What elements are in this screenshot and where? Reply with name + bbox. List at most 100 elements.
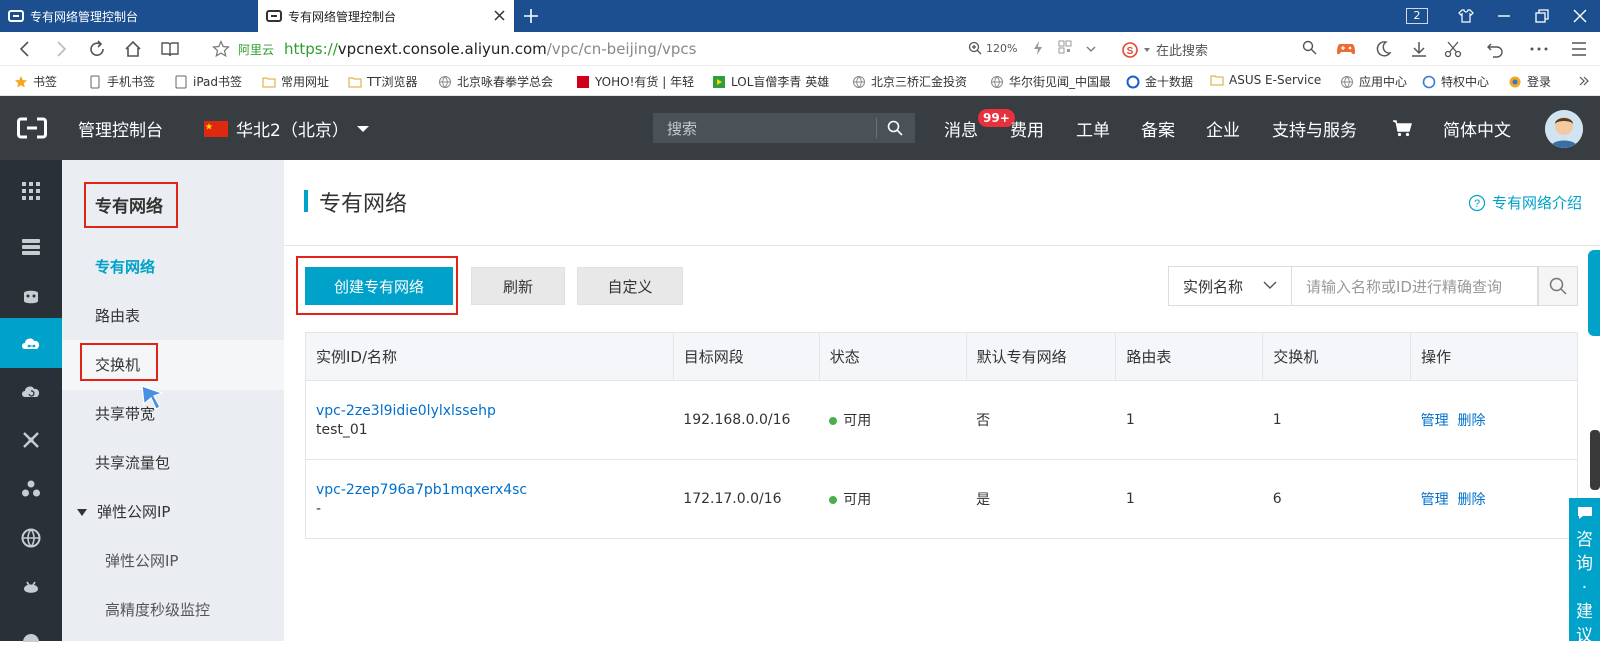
sidebar-item-route-table[interactable]: 路由表 (62, 291, 284, 341)
close-tab-icon[interactable] (493, 9, 506, 22)
scissors-icon[interactable] (1444, 40, 1462, 58)
all-products-button[interactable] (0, 166, 62, 216)
vswitch-count-link[interactable]: 1 (1262, 380, 1411, 460)
bookmark-item[interactable]: iPad书签 (174, 73, 242, 90)
sidebar-group-eip[interactable]: 弹性公网IP (62, 487, 284, 537)
sidebar-item-vpc[interactable]: 专有网络 (62, 242, 284, 292)
browser-tab-active[interactable]: 专有网络管理控制台 (258, 0, 514, 32)
mouse-cursor-icon (141, 385, 164, 410)
filter-search-button[interactable] (1538, 266, 1578, 306)
nav-icp[interactable]: 备案 (1141, 116, 1175, 141)
restore-icon[interactable] (1534, 8, 1550, 24)
game-controller-icon[interactable] (1336, 40, 1356, 58)
minimize-icon[interactable] (1496, 8, 1512, 24)
nav-messages[interactable]: 消息 (944, 116, 978, 141)
browser-search[interactable]: S 在此搜索 (1122, 40, 1208, 59)
more-menu-icon[interactable] (1530, 47, 1548, 51)
filter-search-input[interactable]: 请输入名称或ID进行精确查询 (1292, 266, 1538, 306)
route-table-count-link[interactable]: 1 (1115, 380, 1263, 460)
close-window-icon[interactable] (1572, 8, 1588, 24)
sidebar-item-shared-bandwidth[interactable]: 共享带宽 (62, 389, 284, 439)
filter-field-select[interactable]: 实例名称 (1168, 266, 1292, 306)
forward-icon[interactable] (52, 40, 70, 58)
bookmark-item[interactable]: 北京三桥汇金投资 (852, 73, 974, 90)
search-icon[interactable] (887, 120, 903, 136)
bookmark-item[interactable]: 金十数据 (1126, 73, 1193, 90)
more-bookmarks-icon[interactable] (1578, 75, 1590, 87)
sidebar-item-monitoring[interactable]: 高精度秒级监控 (62, 585, 284, 635)
reload-icon[interactable] (88, 40, 106, 58)
tab-count-badge[interactable]: 2 (1406, 8, 1428, 24)
bookmark-item[interactable]: 北京咏春拳学总会 (438, 73, 562, 90)
qr-code-icon[interactable] (1058, 40, 1072, 54)
scrollbar[interactable] (1590, 430, 1600, 490)
sidebar-item-data-transfer-plan[interactable]: 共享流量包 (62, 438, 284, 488)
slb-button[interactable] (0, 366, 62, 416)
bookmark-item[interactable]: TT浏览器 (348, 73, 417, 90)
url-field[interactable]: 阿里云 https://vpcnext.console.aliyun.com/v… (238, 40, 696, 58)
bookmark-item[interactable]: 华尔街见闻_中国最 (990, 73, 1110, 90)
favorite-star-icon[interactable] (212, 40, 230, 58)
rds-button[interactable] (0, 272, 62, 322)
search-icon[interactable] (1302, 40, 1317, 55)
route-table-count-link[interactable]: 1 (1115, 459, 1263, 539)
nav-tickets[interactable]: 工单 (1076, 116, 1110, 141)
avatar[interactable] (1545, 110, 1583, 148)
cart-icon[interactable] (1392, 119, 1412, 137)
bookmark-item[interactable]: LOL盲僧李青 英雄 (712, 73, 836, 90)
cluster-icon (22, 480, 40, 497)
vpc-id-link[interactable]: vpc-2ze3l9idie0lylxlssehp (316, 403, 673, 419)
delete-link[interactable]: 删除 (1458, 492, 1486, 508)
nav-billing[interactable]: 费用 (1010, 116, 1044, 141)
new-tab-icon[interactable] (522, 7, 540, 25)
skin-icon[interactable] (1458, 8, 1474, 24)
zoom-indicator[interactable]: 120% (968, 41, 1017, 55)
cen-button[interactable] (0, 464, 62, 514)
browser-tab[interactable]: 专有网络管理控制台 (0, 0, 256, 32)
download-icon[interactable] (1410, 40, 1428, 58)
consult-feedback-button[interactable]: 咨询·建议 (1569, 498, 1600, 646)
aliyun-logo-icon[interactable] (17, 117, 47, 139)
bookmark-item[interactable]: 手机书签 (88, 73, 155, 90)
nav-support[interactable]: 支持与服务 (1272, 116, 1357, 141)
url-path: /vpc/cn-beijing/vpcs (546, 40, 697, 58)
bookmark-item[interactable]: 常用网址 (262, 73, 329, 90)
bookmark-item[interactable]: 特权中心 (1422, 73, 1489, 90)
nav-enterprise[interactable]: 企业 (1206, 116, 1240, 141)
console-search[interactable]: 搜索 (653, 113, 915, 143)
side-drawer-handle[interactable] (1588, 250, 1600, 336)
browser-tab-bar: 专有网络管理控制台 专有网络管理控制台 2 (0, 0, 1600, 32)
bookmark-item[interactable]: YOHO!有货 | 年轻 (576, 73, 700, 90)
reader-icon[interactable] (160, 40, 180, 58)
ecs-button[interactable] (0, 222, 62, 272)
undo-icon[interactable] (1486, 40, 1504, 58)
night-mode-icon[interactable] (1374, 40, 1392, 58)
home-icon[interactable] (124, 40, 142, 58)
express-connect-button[interactable] (0, 415, 62, 465)
manage-link[interactable]: 管理 (1421, 492, 1449, 508)
bookmark-item[interactable]: ASUS E-Service (1210, 73, 1321, 87)
sidebar-item-eip[interactable]: 弹性公网IP (62, 536, 284, 586)
chevron-down-icon[interactable] (1086, 45, 1096, 53)
lightning-icon[interactable] (1032, 40, 1044, 56)
cdn-button[interactable] (0, 513, 62, 563)
vpc-id-link[interactable]: vpc-2zep796a7pb1mqxerx4sc (316, 482, 673, 498)
create-vpc-button[interactable]: 创建专有网络 (305, 267, 453, 305)
console-title[interactable]: 管理控制台 (78, 116, 163, 141)
security-button[interactable] (0, 562, 62, 612)
bookmark-item[interactable]: 应用中心 (1340, 73, 1407, 90)
region-selector[interactable]: 华北2（北京） (204, 116, 369, 141)
delete-link[interactable]: 删除 (1458, 413, 1486, 429)
language-selector[interactable]: 简体中文 (1443, 116, 1511, 141)
manage-link[interactable]: 管理 (1421, 413, 1449, 429)
bookmark-item[interactable]: 登录 (1508, 73, 1570, 90)
vpc-intro-link[interactable]: ? 专有网络介绍 (1468, 192, 1582, 213)
vpc-button[interactable] (0, 318, 62, 368)
refresh-button[interactable]: 刷新 (471, 267, 565, 305)
vswitch-count-link[interactable]: 6 (1262, 459, 1411, 539)
bookmark-item[interactable]: 书签 (14, 73, 57, 90)
more-products-button[interactable] (0, 611, 62, 661)
sidebar-toggle-icon[interactable] (1570, 40, 1588, 58)
back-icon[interactable] (16, 40, 34, 58)
customize-button[interactable]: 自定义 (577, 267, 683, 305)
